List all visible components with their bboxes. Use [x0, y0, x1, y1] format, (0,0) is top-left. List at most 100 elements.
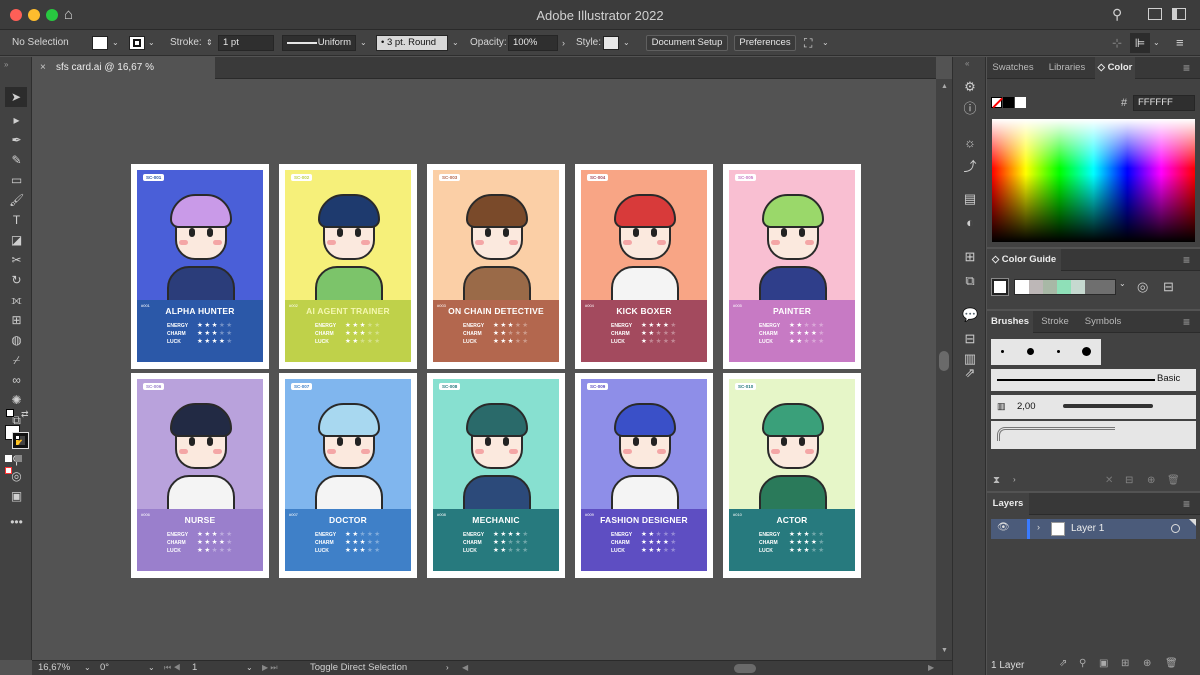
calligraphic-brush-row[interactable]: ▥ 2,00 — [991, 395, 1196, 419]
document-tab[interactable]: × sfs card.ai @ 16,67 % (RGB/Preview) — [32, 57, 215, 95]
chevron-down-icon[interactable]: ⌄ — [246, 661, 253, 675]
character-card[interactable]: SC-004 #004 KICK BOXER ENERGY CHARM LUCK ★★★★★… — [575, 164, 713, 369]
black-swatch[interactable] — [1003, 97, 1014, 108]
scroll-up-icon[interactable]: ▲ — [941, 83, 948, 90]
chevron-down-icon[interactable]: ⌄ — [623, 30, 630, 56]
rotate-tool-icon[interactable]: ↻ — [9, 273, 24, 288]
opacity-field[interactable]: 100% — [508, 35, 558, 51]
brush-libraries-icon[interactable]: ⧗ — [993, 475, 1000, 486]
panel-menu-icon[interactable]: ≡ — [1183, 61, 1190, 75]
character-card[interactable]: SC-009 #009 FASHION DESIGNER ENERGY CHARM LUC… — [575, 373, 713, 578]
white-swatch[interactable] — [1015, 97, 1026, 108]
document-setup-button[interactable]: Document Setup — [646, 35, 728, 51]
comments-icon[interactable]: 💬 — [962, 307, 978, 323]
collapse-icon[interactable]: « — [965, 59, 969, 68]
scroll-thumb[interactable] — [939, 351, 949, 371]
preferences-button[interactable]: Preferences — [734, 35, 796, 51]
chevron-down-icon[interactable]: ⌄ — [148, 661, 155, 675]
character-card[interactable]: SC-006 #006 NURSE ENERGY CHARM LUCK ★★★★★ ★★★★★… — [131, 373, 269, 578]
tab-swatches[interactable]: Swatches — [987, 57, 1039, 79]
export-layer-icon[interactable]: ⇗ — [1059, 658, 1067, 669]
new-sublayer-icon[interactable]: ⊞ — [1121, 658, 1129, 669]
vertical-scrollbar[interactable]: ▲ ▼ — [936, 79, 952, 660]
transparency-icon[interactable]: ◐ — [962, 215, 978, 231]
new-layer-icon[interactable]: ⊕ — [1143, 658, 1151, 669]
delete-layer-icon[interactable]: 🗑 — [1165, 658, 1178, 669]
layer-row[interactable]: 👁 › Layer 1 — [991, 519, 1196, 539]
pathfinder-icon[interactable]: ⧉ — [962, 273, 978, 289]
tab-stroke[interactable]: Stroke — [1035, 311, 1075, 333]
character-card[interactable]: SC-007 #007 DOCTOR ENERGY CHARM LUCK ★★★★★ ★★★★… — [279, 373, 417, 578]
fill-swatch[interactable] — [92, 36, 108, 50]
harmony-rules-select[interactable] — [1014, 279, 1116, 295]
chevron-down-icon[interactable]: ⌄ — [452, 30, 459, 56]
character-card[interactable]: SC-005 #005 PAINTER ENERGY CHARM LUCK ★★★★★ ★★★… — [723, 164, 861, 369]
selection-tool-icon[interactable]: ➤ — [5, 87, 27, 107]
hex-field[interactable]: FFFFFF — [1133, 95, 1195, 111]
blend-tool-icon[interactable]: ∞ — [9, 373, 24, 388]
target-icon[interactable] — [1171, 524, 1180, 533]
curvature-tool-icon[interactable]: ✎ — [9, 153, 24, 168]
swap-colors-icon[interactable]: ⇄ — [21, 409, 29, 420]
character-card[interactable]: SC-001 #001 ALPHA HUNTER ENERGY CHARM LUCK ★★★… — [131, 164, 269, 369]
artboard-number-field[interactable]: 1 — [192, 661, 232, 675]
direct-selection-tool-icon[interactable]: ▸ — [9, 113, 24, 128]
expand-icon[interactable]: › — [1037, 522, 1040, 532]
color-spectrum[interactable] — [992, 119, 1195, 242]
chevron-right-icon[interactable]: › — [446, 661, 449, 675]
new-brush-icon[interactable]: ⊕ — [1147, 475, 1155, 486]
rotation-field[interactable]: 0° — [100, 661, 144, 675]
layer-name[interactable]: Layer 1 — [1071, 523, 1104, 534]
panel-menu-icon[interactable]: ≡ — [1183, 497, 1190, 511]
transform-icon[interactable]: ⛶ — [804, 30, 812, 56]
chevron-down-icon[interactable]: ⌄ — [84, 661, 91, 675]
eyedropper-tool-icon[interactable]: ⌿ — [9, 353, 24, 368]
chevron-down-icon[interactable]: ⌄ — [1153, 30, 1160, 56]
character-card[interactable]: SC-002 #002 AI AGENT TRAINER ENERGY CHARM LUC… — [279, 164, 417, 369]
paintbrush-tool-icon[interactable]: 🖌 — [9, 193, 24, 208]
arrange-documents-icon[interactable] — [1148, 8, 1162, 20]
save-group-icon[interactable]: ⊟ — [1163, 279, 1174, 295]
menu-icon[interactable]: ≡ — [1176, 30, 1184, 56]
tab-layers[interactable]: Layers — [987, 493, 1029, 515]
graphic-styles-icon[interactable]: ⊟ — [962, 331, 978, 347]
workspace-icon[interactable] — [1172, 8, 1186, 20]
chevron-down-icon[interactable]: ⌄ — [1119, 279, 1126, 288]
screen-mode-icon[interactable]: ▣ — [9, 489, 24, 504]
type-tool-icon[interactable]: T — [9, 213, 24, 228]
chevron-down-icon[interactable]: ⌄ — [112, 30, 119, 56]
stroke-weight-field[interactable]: 1 pt — [218, 35, 274, 51]
tab-libraries[interactable]: Libraries — [1041, 57, 1093, 79]
info-icon[interactable]: ⓘ — [962, 101, 978, 117]
pen-tool-icon[interactable]: ✒ — [9, 133, 24, 148]
canvas[interactable]: SC-001 #001 ALPHA HUNTER ENERGY CHARM LUCK ★★★… — [32, 79, 936, 660]
align-panel-icon[interactable]: ⊞ — [962, 249, 978, 265]
rectangle-tool-icon[interactable]: ▭ — [9, 173, 24, 188]
stroke-swatch[interactable] — [129, 36, 145, 50]
remove-stroke-icon[interactable]: ✕ — [1105, 475, 1113, 486]
zoom-level[interactable]: 16,67% — [38, 661, 86, 675]
brush-dots-row[interactable] — [991, 339, 1101, 365]
stroke-color-icon[interactable] — [12, 432, 29, 449]
character-card[interactable]: SC-008 #008 MECHANIC ENERGY CHARM LUCK ★★★★★ ★★… — [427, 373, 565, 578]
first-artboard-icon[interactable]: ⏮ ◀ — [164, 661, 181, 675]
search-icon[interactable]: ⚲ — [1112, 6, 1122, 23]
draw-mode-icon[interactable]: ◎ — [9, 469, 24, 484]
style-swatch[interactable] — [603, 36, 619, 50]
color-mode-icons[interactable] — [5, 453, 29, 474]
export-icon[interactable]: ⇗ — [962, 365, 978, 381]
scroll-down-icon[interactable]: ▼ — [941, 647, 948, 654]
width-tool-icon[interactable]: ⟗ — [9, 293, 24, 308]
make-clipping-mask-icon[interactable]: ▣ — [1099, 658, 1108, 669]
eraser-tool-icon[interactable]: ◪ — [9, 233, 24, 248]
close-icon[interactable]: × — [40, 57, 46, 79]
character-card[interactable]: SC-003 #003 ON CHAIN DETECTIVE ENERGY CHARM L… — [427, 164, 565, 369]
scroll-right-icon[interactable]: ▶ — [928, 661, 934, 675]
shape-builder-tool-icon[interactable]: ◍ — [9, 333, 24, 348]
locate-object-icon[interactable]: ⚲ — [1079, 658, 1086, 669]
base-color-swatch[interactable] — [991, 278, 1009, 296]
stroke-profile-select[interactable]: Uniform — [282, 35, 356, 51]
symbol-sprayer-tool-icon[interactable]: ✺ — [9, 393, 24, 408]
character-card[interactable]: SC-010 #010 ACTOR ENERGY CHARM LUCK ★★★★★ ★★★★★… — [723, 373, 861, 578]
stroke-stepper-icon[interactable]: ⇕ — [206, 30, 213, 56]
